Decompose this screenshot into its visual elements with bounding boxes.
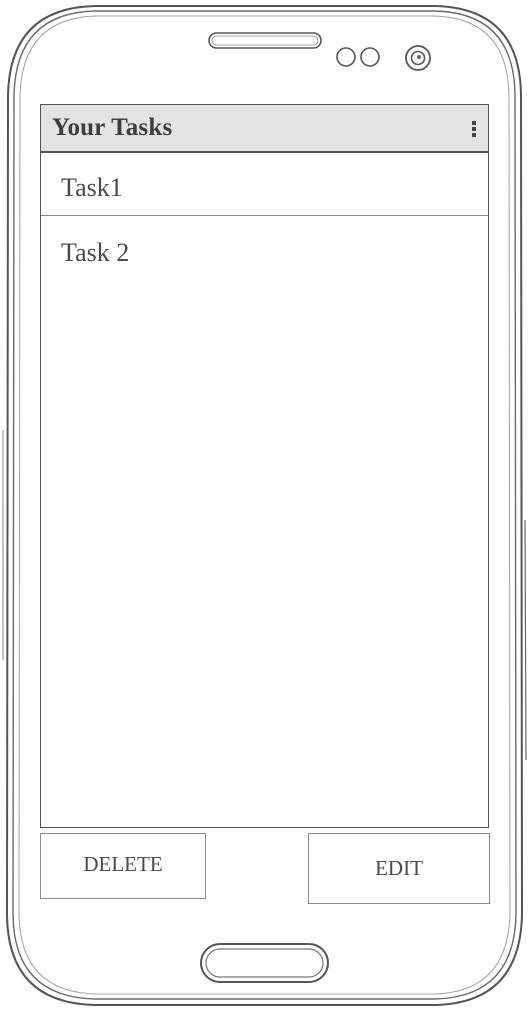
- app-bar: Your Tasks: [41, 105, 488, 153]
- page-title: Your Tasks: [52, 114, 173, 141]
- task-label: Task1: [61, 173, 123, 202]
- more-vert-icon[interactable]: [466, 117, 482, 141]
- task-label: Task 2: [61, 238, 130, 267]
- edit-button[interactable]: EDIT: [308, 833, 490, 904]
- home-button-icon[interactable]: [200, 943, 329, 983]
- task-list: Task1 Task 2: [41, 153, 488, 279]
- app-screen: Your Tasks Task1 Task 2: [40, 104, 489, 828]
- overflow-dot: [472, 133, 476, 137]
- list-item[interactable]: Task 2: [41, 216, 488, 279]
- overflow-dot: [472, 121, 476, 125]
- front-camera-icon: [405, 45, 431, 71]
- overflow-dot: [472, 127, 476, 131]
- earpiece-speaker-icon: [208, 32, 322, 49]
- delete-button[interactable]: DELETE: [40, 833, 206, 899]
- list-item[interactable]: Task1: [41, 153, 488, 216]
